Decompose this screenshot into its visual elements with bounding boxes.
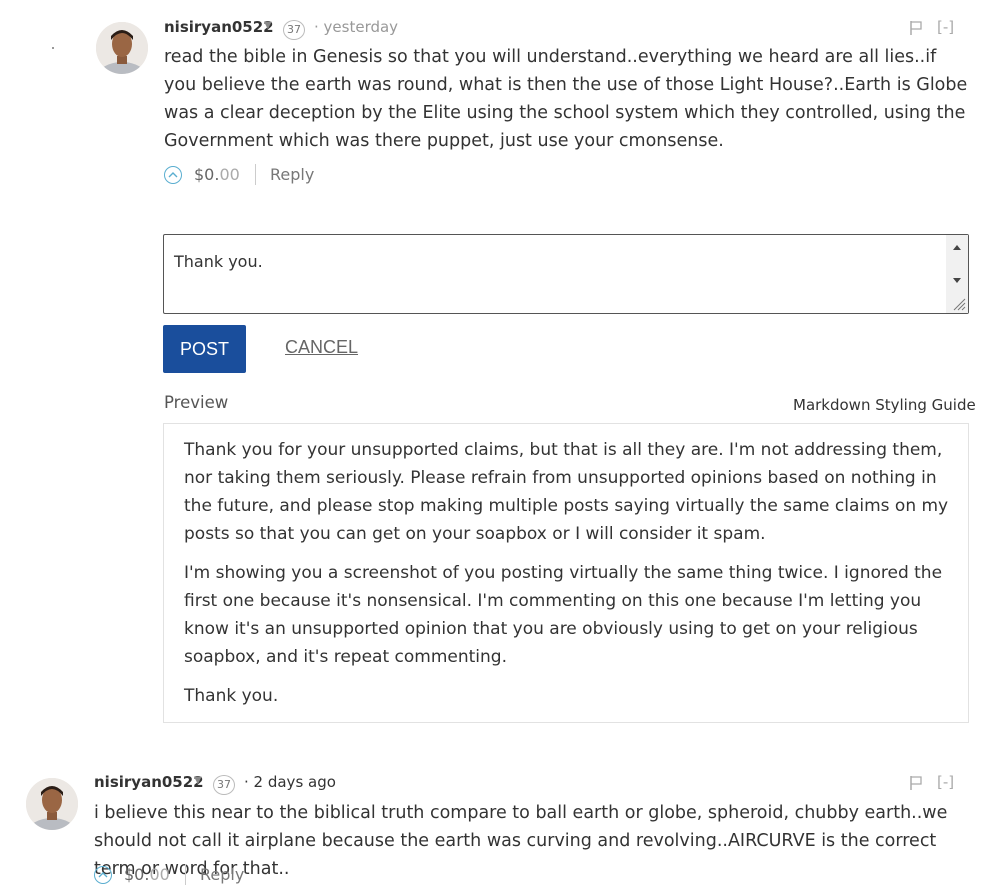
reply-link[interactable]: Reply	[200, 865, 244, 884]
collapse-toggle[interactable]: [-]	[937, 18, 954, 36]
reputation-badge: 37	[213, 773, 235, 795]
scrollbar[interactable]	[946, 235, 968, 313]
preview-paragraph: I'm showing you a screenshot of you post…	[184, 563, 943, 667]
preview-label: Preview	[164, 393, 229, 412]
payout-cents: 00	[219, 165, 240, 184]
payout-dollars: $0.	[124, 865, 150, 884]
reply-textarea-value[interactable]: Thank you.	[174, 252, 263, 271]
cancel-button[interactable]: CANCEL	[285, 337, 358, 358]
flag-icon[interactable]	[909, 775, 923, 795]
chevron-down-icon[interactable]: ▼	[194, 775, 202, 786]
payout-amount: $0.00	[194, 165, 240, 184]
post-button[interactable]: POST	[163, 325, 246, 373]
comment-timestamp[interactable]: · 2 days ago	[244, 773, 336, 791]
avatar[interactable]	[96, 22, 148, 74]
comment-author[interactable]: nisiryan0522	[94, 773, 204, 791]
scroll-down-arrow	[953, 278, 961, 283]
upvote-icon[interactable]	[164, 166, 182, 184]
payout-amount: $0.00	[124, 865, 170, 884]
payout-dollars: $0.	[194, 165, 220, 184]
divider	[255, 164, 256, 185]
preview-paragraph: Thank you.	[184, 686, 279, 706]
comment-timestamp[interactable]: · yesterday	[314, 18, 398, 36]
comment-author[interactable]: nisiryan0522	[164, 18, 274, 36]
chevron-down-icon[interactable]: ▼	[264, 20, 272, 31]
preview-box: Thank you for your unsupported claims, b…	[163, 423, 969, 723]
preview-paragraph: Thank you for your unsupported claims, b…	[184, 440, 949, 544]
scroll-up-arrow	[953, 245, 961, 250]
avatar[interactable]	[26, 778, 78, 830]
reputation-badge: 37	[283, 18, 305, 40]
reply-link[interactable]: Reply	[270, 165, 314, 184]
small-dot	[52, 47, 54, 49]
collapse-toggle[interactable]: [-]	[937, 773, 954, 791]
upvote-icon[interactable]	[94, 866, 112, 884]
divider	[185, 864, 186, 885]
reply-textarea[interactable]: Thank you.	[163, 234, 969, 314]
comment-body: read the bible in Genesis so that you wi…	[164, 47, 968, 151]
flag-icon[interactable]	[909, 20, 923, 40]
payout-cents: 00	[149, 865, 170, 884]
markdown-guide-link[interactable]: Markdown Styling Guide	[793, 396, 976, 414]
resize-grip-icon	[953, 298, 966, 311]
